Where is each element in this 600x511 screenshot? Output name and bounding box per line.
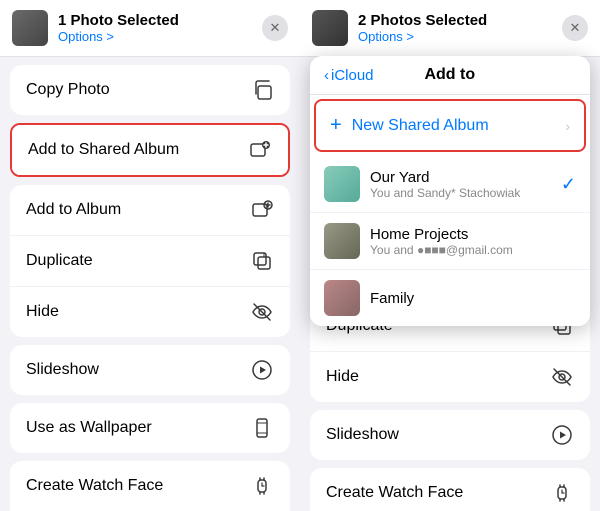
slideshow-label: Slideshow: [26, 361, 99, 379]
shared-album-icon: [248, 138, 272, 162]
right-slideshow-label: Slideshow: [326, 426, 399, 444]
album-thumb-1: [324, 166, 360, 202]
add-shared-album-label: Add to Shared Album: [28, 141, 179, 159]
album-members-2: You and ●■■■@gmail.com: [370, 243, 576, 257]
chevron-right-icon: ›: [565, 118, 570, 134]
left-section-copy: Copy Photo: [10, 65, 290, 115]
left-section-wallpaper: Use as Wallpaper: [10, 403, 290, 453]
right-hide-item[interactable]: Hide: [310, 352, 590, 402]
left-section-album: Add to Album Duplicate: [10, 185, 290, 337]
right-watch-face-label: Create Watch Face: [326, 484, 463, 502]
left-section-slideshow: Slideshow: [10, 345, 290, 395]
right-watch-icon: [550, 481, 574, 505]
right-header-left: 2 Photos Selected Options >: [312, 10, 487, 46]
left-header-text: 1 Photo Selected Options >: [58, 12, 179, 44]
new-shared-album-item[interactable]: + New Shared Album ›: [314, 99, 586, 152]
right-slideshow-icon: [550, 423, 574, 447]
hide-icon: [250, 300, 274, 324]
album-item-1[interactable]: Our Yard You and Sandy* Stachowiak ✓: [310, 156, 590, 213]
hide-label: Hide: [26, 303, 59, 321]
copy-photo-label: Copy Photo: [26, 81, 110, 99]
watch-face-item[interactable]: Create Watch Face: [10, 461, 290, 511]
right-header-text: 2 Photos Selected Options >: [358, 12, 487, 44]
copy-photo-item[interactable]: Copy Photo: [10, 65, 290, 115]
slideshow-icon: [250, 358, 274, 382]
album-info-1: Our Yard You and Sandy* Stachowiak: [370, 169, 551, 200]
left-section-misc: Create Watch Face Save to Files: [10, 461, 290, 511]
right-panel: 2 Photos Selected Options > ✕ ‹ iCloud A…: [300, 0, 600, 511]
album-name-1: Our Yard: [370, 169, 551, 186]
add-album-icon: [250, 198, 274, 222]
left-menu-list: Copy Photo Add to Shared Album: [0, 57, 300, 511]
left-section-shared: Add to Shared Album: [10, 123, 290, 177]
chevron-left-icon: ‹: [324, 67, 329, 84]
right-section-slideshow: Slideshow: [310, 410, 590, 460]
album-item-3[interactable]: Family: [310, 270, 590, 326]
duplicate-item[interactable]: Duplicate: [10, 236, 290, 287]
duplicate-icon: [250, 249, 274, 273]
album-info-2: Home Projects You and ●■■■@gmail.com: [370, 226, 576, 257]
album-thumb-2: [324, 223, 360, 259]
right-slideshow-item[interactable]: Slideshow: [310, 410, 590, 460]
hide-item[interactable]: Hide: [10, 287, 290, 337]
add-to-album-label: Add to Album: [26, 201, 121, 219]
album-members-1: You and Sandy* Stachowiak: [370, 186, 551, 200]
dropdown-title: Add to: [380, 66, 520, 84]
right-hide-icon: [550, 365, 574, 389]
wallpaper-label: Use as Wallpaper: [26, 419, 152, 437]
left-options[interactable]: Options >: [58, 29, 179, 44]
new-shared-album-text: New Shared Album: [352, 117, 489, 135]
add-to-dropdown: ‹ iCloud Add to + New Shared Album › Our…: [310, 56, 590, 326]
album-thumb-3: [324, 280, 360, 316]
album-name-3: Family: [370, 290, 576, 307]
left-close-button[interactable]: ✕: [262, 15, 288, 41]
add-to-album-item[interactable]: Add to Album: [10, 185, 290, 236]
duplicate-label: Duplicate: [26, 252, 93, 270]
left-header: 1 Photo Selected Options > ✕: [0, 0, 300, 57]
right-thumbnail: [312, 10, 348, 46]
left-title: 1 Photo Selected: [58, 12, 179, 29]
plus-icon: +: [330, 114, 342, 137]
right-title: 2 Photos Selected: [358, 12, 487, 29]
watch-face-label: Create Watch Face: [26, 477, 163, 495]
wallpaper-icon: [250, 416, 274, 440]
dropdown-header: ‹ iCloud Add to: [310, 56, 590, 95]
left-thumbnail: [12, 10, 48, 46]
right-header: 2 Photos Selected Options > ✕: [300, 0, 600, 57]
right-options[interactable]: Options >: [358, 29, 487, 44]
new-shared-album-label: + New Shared Album: [330, 114, 489, 137]
slideshow-item[interactable]: Slideshow: [10, 345, 290, 395]
left-header-left: 1 Photo Selected Options >: [12, 10, 179, 46]
back-label: iCloud: [331, 67, 374, 84]
right-watch-face-item[interactable]: Create Watch Face: [310, 468, 590, 511]
right-section-misc: Create Watch Face Save to Files: [310, 468, 590, 511]
watch-icon: [250, 474, 274, 498]
right-hide-label: Hide: [326, 368, 359, 386]
checkmark-icon-1: ✓: [561, 174, 576, 195]
album-name-2: Home Projects: [370, 226, 576, 243]
copy-icon: [250, 78, 274, 102]
album-item-2[interactable]: Home Projects You and ●■■■@gmail.com: [310, 213, 590, 270]
right-close-button[interactable]: ✕: [562, 15, 588, 41]
left-panel: 1 Photo Selected Options > ✕ Copy Photo: [0, 0, 300, 511]
add-shared-album-item[interactable]: Add to Shared Album: [12, 125, 288, 175]
wallpaper-item[interactable]: Use as Wallpaper: [10, 403, 290, 453]
album-info-3: Family: [370, 290, 576, 307]
back-button[interactable]: ‹ iCloud: [324, 67, 374, 84]
